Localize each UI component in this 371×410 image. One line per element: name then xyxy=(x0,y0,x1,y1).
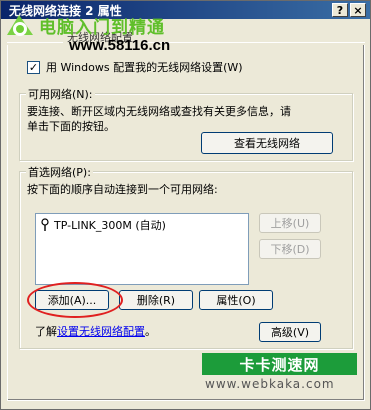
windows-config-checkbox[interactable]: ✓ xyxy=(27,60,40,74)
network-item-label: TP-LINK_300M (自动) xyxy=(54,219,166,232)
available-networks-line1: 要连接、断开区域内无线网络或查找有关更多信息，请 xyxy=(27,105,291,118)
remove-button[interactable]: 删除(R) xyxy=(119,290,193,310)
watermark-bottom-name: 卡卡测速网 xyxy=(202,353,357,375)
learn-more-link[interactable]: 设置无线网络配置 xyxy=(57,325,145,338)
advanced-button[interactable]: 高级(V) xyxy=(259,322,321,342)
properties-dialog: 无线网络连接 2 属性 ? × 无线网络配置 电脑入门到精通 www.58116… xyxy=(0,0,371,410)
learn-suffix: 。 xyxy=(145,325,156,338)
wireless-antenna-icon xyxy=(41,218,49,231)
available-networks-title: 可用网络(N): xyxy=(26,86,95,102)
watermark-bottom-url: www.webkaka.com xyxy=(205,377,335,391)
preferred-networks-title: 首选网络(P): xyxy=(26,164,93,180)
help-button[interactable]: ? xyxy=(332,3,348,17)
learn-prefix: 了解 xyxy=(35,325,57,338)
close-button[interactable]: × xyxy=(350,3,366,17)
move-up-button[interactable]: 上移(U) xyxy=(259,213,321,233)
preferred-networks-list[interactable]: TP-LINK_300M (自动) xyxy=(35,213,249,285)
highlight-ellipse xyxy=(27,282,123,318)
learn-more-line: 了解设置无线网络配置。 xyxy=(35,323,156,339)
properties-button[interactable]: 属性(O) xyxy=(199,290,273,310)
available-networks-line2: 单击下面的按钮。 xyxy=(27,120,115,133)
watermark-top-text: 电脑入门到精通 xyxy=(39,18,165,38)
list-item[interactable]: TP-LINK_300M (自动) xyxy=(40,217,166,233)
preferred-networks-desc: 按下面的顺序自动连接到一个可用网络: xyxy=(27,183,218,196)
view-wireless-networks-button[interactable]: 查看无线网络 xyxy=(201,132,333,154)
windows-config-checkbox-row[interactable]: ✓ 用 Windows 配置我的无线网络设置(W) xyxy=(27,59,243,75)
windows-config-label: 用 Windows 配置我的无线网络设置(W) xyxy=(46,61,243,74)
watermark-logo-icon xyxy=(7,15,33,36)
move-down-button[interactable]: 下移(D) xyxy=(259,239,321,259)
